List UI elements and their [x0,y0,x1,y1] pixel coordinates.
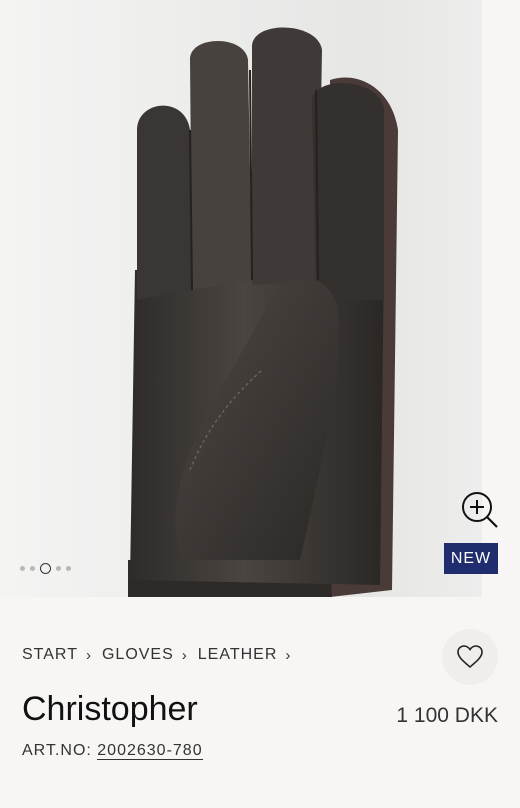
product-gallery[interactable]: NEW [0,0,520,597]
product-price: 1 100 DKK [396,704,498,727]
chevron-right-icon: › [181,646,188,664]
article-number-label: ART.NO: [22,742,92,759]
new-badge: NEW [444,543,498,574]
zoom-button[interactable] [460,490,500,530]
slide-dot-3-active[interactable] [40,563,51,574]
product-image [128,27,398,597]
slide-dot-5[interactable] [66,566,71,571]
product-title: Christopher [22,690,198,728]
slide-dot-1[interactable] [20,566,25,571]
chevron-right-icon: › [285,646,292,664]
slide-dots[interactable] [20,563,71,574]
chevron-right-icon: › [85,646,92,664]
breadcrumb-start[interactable]: START [22,646,78,664]
slide-dot-2[interactable] [30,566,35,571]
cut-off-content [22,800,122,808]
wishlist-button[interactable] [442,629,498,685]
heart-icon [457,645,483,669]
breadcrumb-leather[interactable]: LEATHER [198,646,278,664]
slide-dot-4[interactable] [56,566,61,571]
breadcrumb: START › GLOVES › LEATHER › [22,646,301,664]
zoom-in-icon [462,492,498,528]
article-number: ART.NO: 2002630-780 [22,742,203,760]
article-number-value[interactable]: 2002630-780 [97,742,203,760]
breadcrumb-gloves[interactable]: GLOVES [102,646,174,664]
